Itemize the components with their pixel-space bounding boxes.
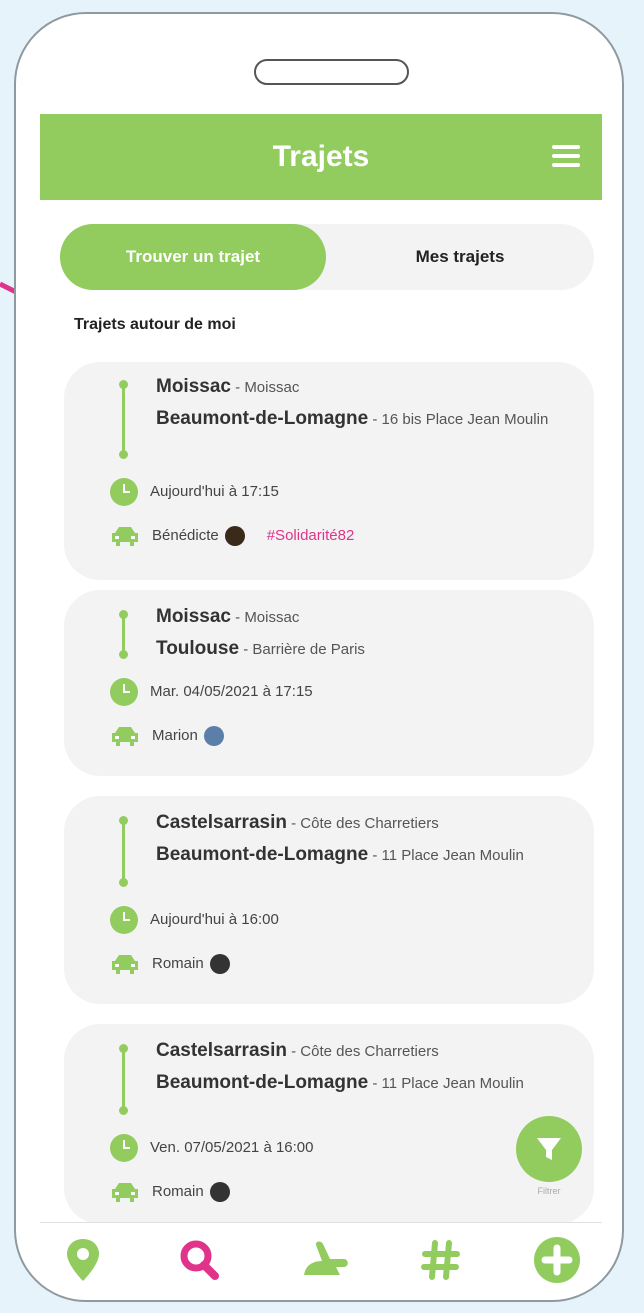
trip-destination: Beaumont-de-Lomagne - 16 bis Place Jean … — [156, 408, 549, 429]
route-end-dot — [119, 1106, 128, 1115]
trip-origin: Moissac - Moissac — [156, 376, 300, 397]
add-icon — [534, 1237, 580, 1283]
avatar — [209, 954, 230, 975]
trip-time-row: Mar. 04/05/2021 à 17:15 — [110, 678, 313, 707]
trip-origin: Moissac - Moissac — [156, 606, 300, 627]
trip-time: Mar. 04/05/2021 à 17:15 — [150, 683, 313, 700]
route-line — [122, 820, 125, 882]
route-end-dot — [119, 878, 128, 887]
trip-card[interactable]: Moissac - Moissac Beaumont-de-Lomagne - … — [64, 362, 594, 580]
nav-map[interactable] — [58, 1235, 108, 1285]
route-line — [122, 614, 125, 654]
route-line — [122, 1048, 125, 1110]
trip-time-row: Ven. 07/05/2021 à 16:00 — [110, 1134, 314, 1163]
app-header: Trajets — [40, 114, 602, 200]
bottom-nav — [40, 1222, 602, 1295]
trip-origin: Castelsarrasin - Côte des Charretiers — [156, 812, 439, 833]
trip-card[interactable]: Castelsarrasin - Côte des Charretiers Be… — [64, 1024, 594, 1224]
nav-add[interactable] — [532, 1235, 582, 1285]
clock-icon — [110, 478, 138, 507]
trip-time: Ven. 07/05/2021 à 16:00 — [150, 1139, 314, 1156]
clock-icon — [110, 906, 138, 935]
tab-my-trips[interactable]: Mes trajets — [326, 224, 594, 290]
hitchhike-icon — [304, 1241, 348, 1275]
trip-destination: Toulouse - Barrière de Paris — [156, 638, 365, 659]
trip-card[interactable]: Castelsarrasin - Côte des Charretiers Be… — [64, 796, 594, 1004]
trip-time: Aujourd'hui à 16:00 — [150, 911, 279, 928]
filter-label: Filtrer — [537, 1186, 561, 1196]
trip-destination: Beaumont-de-Lomagne - 11 Place Jean Moul… — [156, 1072, 524, 1093]
avatar — [224, 526, 245, 547]
funnel-icon — [537, 1138, 561, 1160]
clock-icon — [110, 678, 138, 707]
phone-speaker — [254, 59, 409, 85]
car-icon — [112, 727, 138, 747]
trip-driver-row: Romain — [110, 1178, 230, 1206]
driver-name: Romain — [152, 955, 204, 972]
search-icon — [180, 1240, 219, 1280]
nav-search[interactable] — [174, 1235, 224, 1285]
avatar — [209, 1182, 230, 1203]
nav-hashtag[interactable] — [416, 1235, 466, 1285]
clock-icon — [110, 1134, 138, 1163]
trip-driver-row: Marion — [110, 722, 224, 750]
trip-time-row: Aujourd'hui à 17:15 — [110, 478, 279, 507]
car-icon — [112, 1183, 138, 1203]
route-end-dot — [119, 650, 128, 659]
trip-tag[interactable]: #Solidarité82 — [267, 527, 355, 544]
tab-switcher: Trouver un trajet Mes trajets — [60, 224, 594, 290]
hashtag-icon — [421, 1240, 460, 1280]
car-icon — [112, 527, 138, 547]
nav-hitchhike[interactable] — [296, 1235, 348, 1285]
hamburger-menu-icon[interactable] — [552, 145, 580, 169]
route-end-dot — [119, 450, 128, 459]
trip-time: Aujourd'hui à 17:15 — [150, 483, 279, 500]
page-title: Trajets — [272, 140, 370, 173]
avatar — [203, 726, 224, 747]
phone-frame: Trajets Trouver un trajet Mes trajets Tr… — [14, 12, 624, 1302]
trip-card[interactable]: Moissac - Moissac Toulouse - Barrière de… — [64, 590, 594, 776]
tab-find-trip[interactable]: Trouver un trajet — [60, 224, 326, 290]
trip-driver-row: Bénédicte #Solidarité82 — [110, 522, 354, 550]
route-line — [122, 384, 125, 454]
filter-button[interactable] — [516, 1116, 582, 1182]
car-icon — [112, 955, 138, 975]
trip-time-row: Aujourd'hui à 16:00 — [110, 906, 279, 935]
section-title: Trajets autour de moi — [74, 316, 236, 333]
trip-origin: Castelsarrasin - Côte des Charretiers — [156, 1040, 439, 1061]
trip-driver-row: Romain — [110, 950, 230, 978]
trip-destination: Beaumont-de-Lomagne - 11 Place Jean Moul… — [156, 844, 524, 865]
driver-name: Bénédicte — [152, 527, 219, 544]
driver-name: Marion — [152, 727, 198, 744]
driver-name: Romain — [152, 1183, 204, 1200]
map-pin-icon — [67, 1239, 99, 1281]
